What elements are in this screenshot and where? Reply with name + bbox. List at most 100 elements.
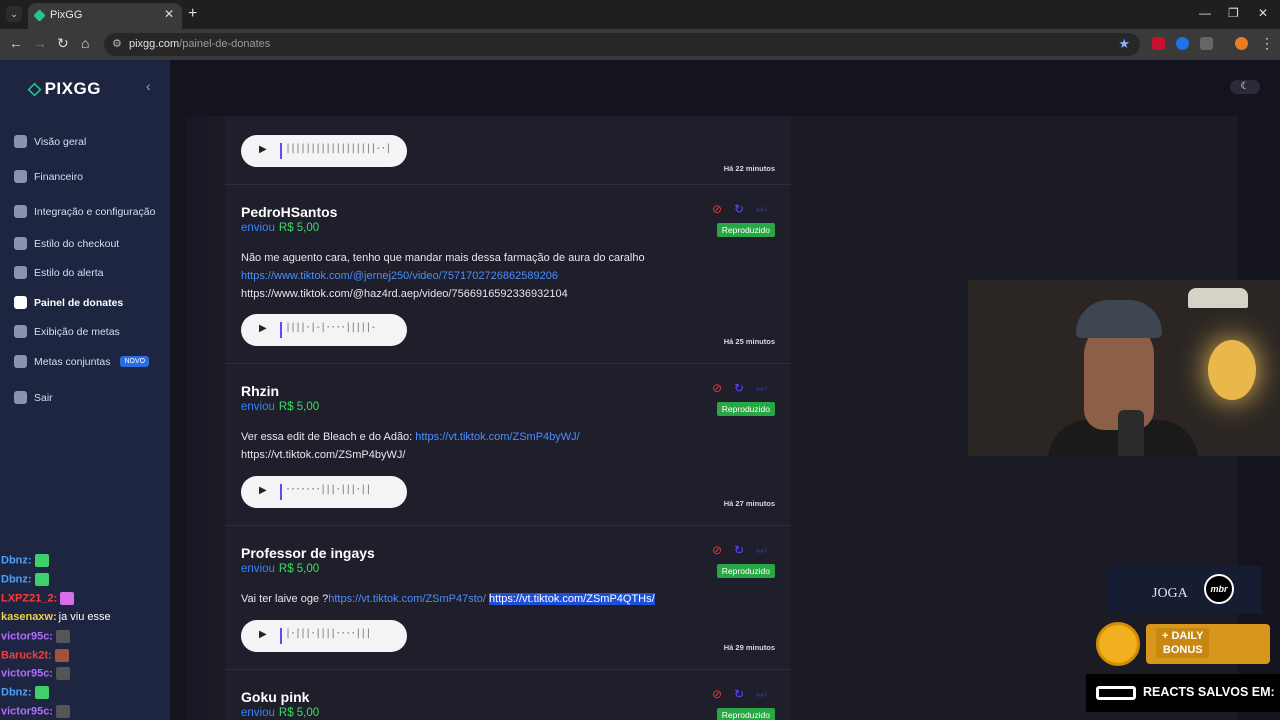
minimize-button[interactable]: —: [1199, 6, 1211, 20]
collapse-sidebar-icon[interactable]: ‹: [146, 78, 151, 94]
donation-card: ▶ ||||||||||||||||||-·| Há 22 minutos: [225, 116, 791, 185]
replay-icon[interactable]: ↻: [734, 381, 744, 395]
chat-message: Dbnz:: [1, 573, 49, 586]
chat-message: kasenaxw: ja viu esse: [1, 611, 111, 623]
sidebar-item-visao-geral[interactable]: Visão geral: [14, 135, 86, 148]
reacts-text: REACTS SALVOS EM:: [1143, 685, 1275, 699]
sidebar-item-exibicao-metas[interactable]: Exibição de metas: [14, 325, 120, 338]
playback-cursor[interactable]: [280, 143, 282, 159]
message-link[interactable]: https://vt.tiktok.com/ZSmP4byWJ/: [415, 431, 579, 443]
status-badge: Reproduzido: [716, 564, 775, 578]
browser-tab[interactable]: PixGG ✕: [28, 3, 182, 29]
block-icon[interactable]: ⊘: [712, 543, 722, 557]
donor-name: Rhzin: [241, 383, 280, 399]
donor-name: PedroHSantos: [241, 204, 338, 220]
donation-amount-line: enviou R$ 5,00: [241, 222, 320, 234]
waveform[interactable]: ||||·|-|····|||||-: [285, 322, 376, 333]
pixgg-logo-icon: ◇: [28, 79, 42, 98]
donation-time: Há 27 minutos: [723, 499, 775, 508]
donation-message: Não me aguento cara, tenho que mandar ma…: [241, 252, 645, 300]
extensions-puzzle-icon[interactable]: [1200, 37, 1213, 50]
home-icon[interactable]: ⌂: [81, 35, 89, 51]
audio-player[interactable]: ▶ ||||||||||||||||||-·|: [241, 135, 407, 167]
replay-icon[interactable]: ↻: [734, 687, 744, 701]
block-icon[interactable]: ⊘: [712, 687, 722, 701]
skip-icon[interactable]: ⏭: [756, 381, 767, 396]
audio-player[interactable]: ▶ ·······|||·|||·||: [241, 476, 407, 508]
new-tab-button[interactable]: +: [188, 5, 197, 23]
waveform[interactable]: |·|||·||||····|||: [285, 628, 371, 639]
skip-icon[interactable]: ⏭: [756, 543, 767, 558]
playback-cursor[interactable]: [280, 628, 282, 644]
sidebar-item-integracao[interactable]: Integração e configuração: [14, 205, 155, 218]
emote-icon: [55, 705, 70, 718]
replay-icon[interactable]: ↻: [734, 543, 744, 557]
audio-player[interactable]: ▶ |·|||·||||····|||: [241, 620, 407, 652]
chat-message: Dbnz:: [1, 554, 49, 567]
extension-red-icon[interactable]: [1152, 37, 1165, 50]
sidebar-item-financeiro[interactable]: Financeiro: [14, 170, 83, 183]
status-badge: Reproduzido: [716, 223, 775, 237]
pixgg-logo[interactable]: ◇ PIXGG: [28, 79, 101, 99]
message-link[interactable]: https://vt.tiktok.com/ZSmP47sto/: [328, 593, 486, 605]
message-link[interactable]: https://www.tiktok.com/@jernej250/video/…: [241, 267, 645, 285]
block-icon[interactable]: ⊘: [712, 381, 722, 395]
audio-player[interactable]: ▶ ||||·|-|····|||||-: [241, 314, 407, 346]
alert-style-icon: [14, 266, 27, 279]
theme-toggle-moon-icon[interactable]: ☾: [1230, 80, 1260, 94]
emote-icon: [55, 667, 70, 680]
forward-icon[interactable]: →: [33, 35, 47, 51]
browser-menu-icon[interactable]: ⋮: [1260, 35, 1274, 52]
playback-cursor[interactable]: [280, 484, 282, 500]
sidebar-item-painel-donates[interactable]: Painel de donates: [14, 296, 123, 309]
donor-name: Goku pink: [241, 689, 310, 705]
donation-amount-line: enviou R$ 5,00: [241, 707, 320, 719]
reacts-overlay: REACTS SALVOS EM:: [1086, 674, 1280, 712]
replay-icon[interactable]: ↻: [734, 202, 744, 216]
close-tab-icon[interactable]: ✕: [164, 7, 174, 21]
emote-icon: [54, 649, 69, 662]
restore-button[interactable]: ❐: [1228, 6, 1239, 20]
shelf-car-model: [1188, 288, 1248, 308]
daily-bonus-label: + DAILY BONUS: [1156, 628, 1210, 658]
play-icon[interactable]: ▶: [259, 485, 267, 496]
back-icon[interactable]: ←: [9, 35, 23, 51]
donation-time: Há 22 minutos: [723, 164, 775, 173]
profile-avatar[interactable]: [1235, 37, 1248, 50]
address-bar[interactable]: ⚙ pixgg.com/painel-de-donates ★: [104, 33, 1140, 56]
sidebar-item-estilo-checkout[interactable]: Estilo do checkout: [14, 237, 119, 250]
donation-card: Professor de ingays enviou R$ 5,00 ⊘ ↻ ⏭ …: [225, 526, 791, 670]
skip-icon[interactable]: ⏭: [756, 687, 767, 702]
video-channel-icon: [1096, 686, 1136, 700]
play-icon[interactable]: ▶: [259, 629, 267, 640]
selected-link[interactable]: https://vt.tiktok.com/ZSmP4QTHs/: [489, 593, 655, 605]
close-window-button[interactable]: ✕: [1258, 6, 1268, 20]
new-badge: NOVO: [120, 356, 150, 367]
site-info-icon[interactable]: ⚙: [112, 37, 122, 50]
reload-icon[interactable]: ↻: [57, 35, 69, 52]
bookmark-star-icon[interactable]: ★: [1118, 36, 1130, 52]
integration-icon: [14, 205, 27, 218]
play-icon[interactable]: ▶: [259, 323, 267, 334]
sidebar-item-sair[interactable]: Sair: [14, 391, 53, 404]
skip-icon[interactable]: ⏭: [756, 202, 767, 217]
browser-tab-strip: ⌄ PixGG ✕ + — ❐ ✕: [0, 0, 1280, 29]
app-topbar: ☾: [170, 60, 1280, 112]
sidebar-item-metas-conjuntas[interactable]: Metas conjuntas NOVO: [14, 355, 150, 368]
daily-bonus-overlay: + DAILY BONUS: [1096, 620, 1270, 668]
block-icon[interactable]: ⊘: [712, 202, 722, 216]
donation-message: Vai ter laive oge ?https://vt.tiktok.com…: [241, 593, 655, 605]
extension-wave-icon[interactable]: [1176, 37, 1189, 50]
pixgg-favicon-icon: [33, 9, 46, 22]
tab-search-button[interactable]: ⌄: [6, 6, 22, 22]
donation-list: ▶ ||||||||||||||||||-·| Há 22 minutos Pe…: [225, 116, 791, 720]
waveform[interactable]: ·······|||·|||·||: [285, 484, 371, 495]
lamp: [1208, 340, 1256, 400]
play-icon[interactable]: ▶: [259, 144, 267, 155]
waveform[interactable]: ||||||||||||||||||-·|: [285, 143, 391, 154]
playback-cursor[interactable]: [280, 322, 282, 338]
sidebar-item-estilo-alerta[interactable]: Estilo do alerta: [14, 266, 103, 279]
donation-card: PedroHSantos enviou R$ 5,00 ⊘ ↻ ⏭ Reprodu…: [225, 185, 791, 364]
chat-message: victor95c:: [1, 705, 70, 718]
status-badge: Reproduzido: [716, 708, 775, 720]
